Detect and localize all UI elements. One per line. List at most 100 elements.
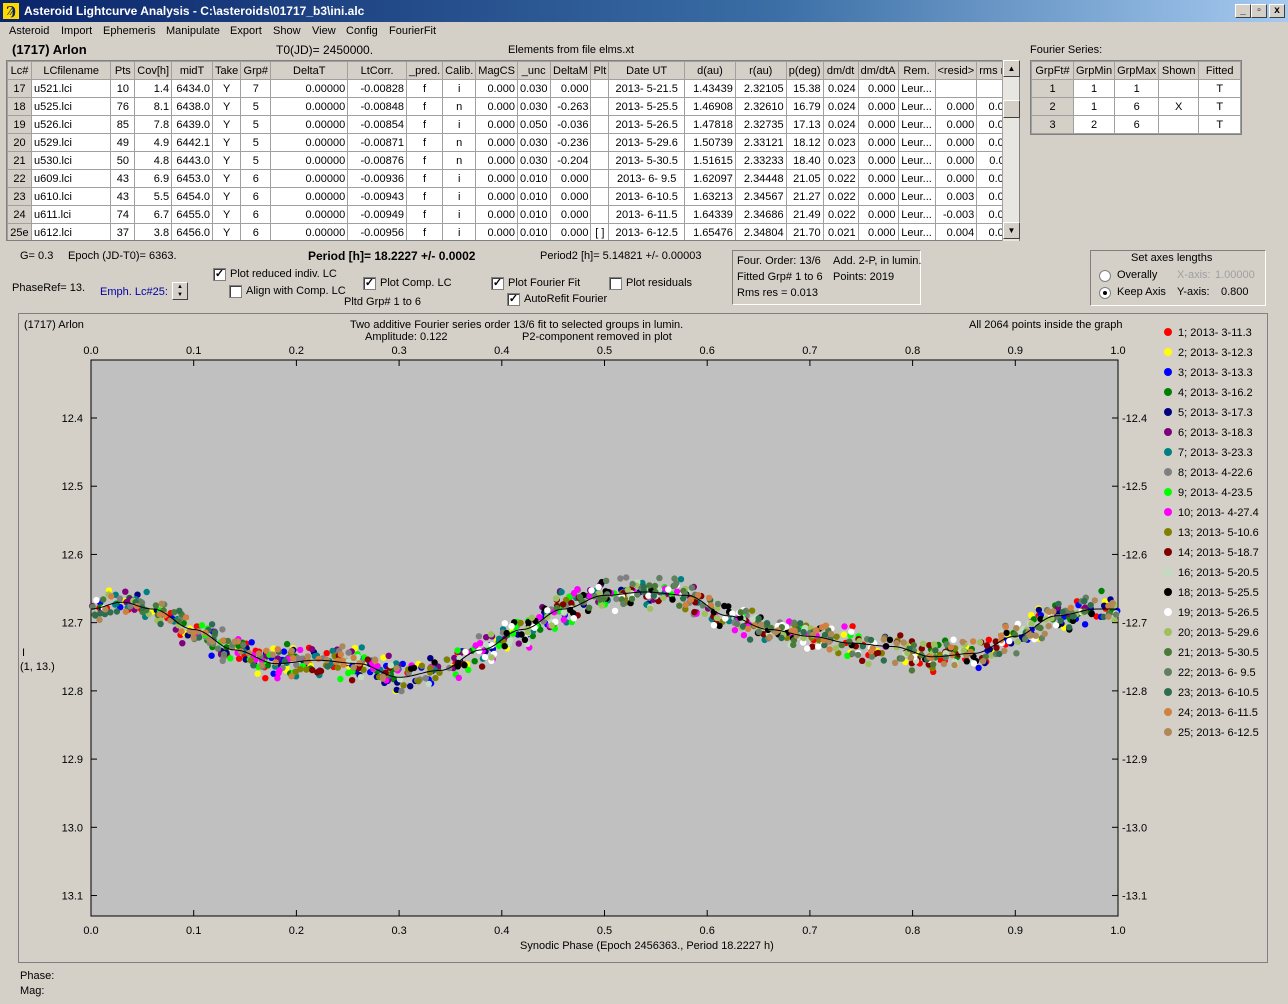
data-point [231,638,238,645]
data-point [846,638,853,645]
data-point [235,655,243,662]
data-point [158,600,165,607]
data-point [1037,624,1044,632]
data-point [687,596,695,603]
legend-label: 3; 2013- 3-13.3 [1178,367,1253,379]
data-point [179,640,186,647]
legend-dot-icon [1164,728,1172,737]
data-point [248,639,255,646]
data-point [646,605,654,612]
data-point [755,615,762,622]
data-point [560,609,568,616]
data-point [1032,632,1040,639]
legend-dot-icon [1164,548,1172,557]
y-tick-label-left: 12.9 [62,754,83,766]
data-point [1014,638,1022,645]
data-point [1050,608,1057,615]
data-point [1045,622,1052,630]
data-point [334,664,341,671]
data-point [358,644,365,651]
legend-dot-icon [1164,628,1172,637]
y-tick-label-right: -13.1 [1122,891,1147,903]
legend-label: 8; 2013- 4-22.6 [1178,467,1253,479]
legend-item: 16; 2013- 5-20.5 [1164,567,1259,579]
data-point [976,639,984,646]
data-point [880,636,887,643]
data-point [208,652,215,659]
data-point [1002,623,1009,630]
data-point [454,647,461,654]
data-point [790,619,798,626]
data-point [255,650,262,657]
legend-label: 21; 2013- 5-30.5 [1178,647,1259,659]
y-tick-label-right: -12.4 [1122,413,1147,425]
data-point [178,628,185,635]
data-point [650,592,657,599]
data-point [859,657,866,664]
data-point [506,637,514,644]
data-point [96,616,103,624]
data-point [588,587,595,594]
legend-dot-icon [1164,368,1172,377]
data-point [407,665,415,672]
x-tick-label-top: 0.0 [83,345,98,357]
data-point [714,600,722,608]
x-tick-label-top: 0.9 [1008,345,1023,357]
data-point [501,620,508,627]
data-point [951,661,958,669]
data-point [849,623,856,630]
data-point [671,575,678,582]
legend-item: 4; 2013- 3-16.2 [1164,387,1253,399]
data-point [471,658,478,665]
data-point [400,682,407,689]
legend-item: 7; 2013- 3-23.3 [1164,447,1253,459]
plot-amplitude: Amplitude: 0.122 [365,331,448,343]
data-point [283,640,291,648]
data-point [1001,647,1008,654]
y-tick-label-right: -13.0 [1122,822,1147,834]
data-point [705,594,713,602]
data-point [113,608,121,615]
legend-dot-icon [1164,448,1172,457]
legend-item: 22; 2013- 6- 9.5 [1164,667,1256,679]
data-point [521,636,529,643]
data-point [263,647,270,654]
data-point [975,664,982,672]
data-point [198,622,206,629]
legend-item: 24; 2013- 6-11.5 [1164,707,1258,719]
y-tick-label-right: -12.8 [1122,686,1147,698]
data-point [227,655,234,662]
data-point [371,656,379,663]
data-point [985,636,992,643]
legend-item: 21; 2013- 5-30.5 [1164,647,1259,659]
data-point [1105,613,1112,620]
y-axis-sublabel: (1, 13.) [20,661,55,673]
legend-dot-icon [1164,468,1172,477]
data-point [1057,617,1065,624]
data-point [611,607,619,615]
data-point [867,636,875,644]
data-point [345,649,352,656]
legend-label: 19; 2013- 5-26.5 [1178,607,1259,619]
data-point [970,660,978,667]
x-tick-label-top: 0.6 [700,345,715,357]
y-tick-label-right: -12.7 [1122,618,1147,630]
y-tick-label-right: -12.9 [1122,754,1147,766]
data-point [755,628,762,635]
data-point [418,662,426,669]
data-point [716,622,723,629]
x-axis-label: Synodic Phase (Epoch 2456363., Period 18… [520,940,774,952]
data-point [422,675,429,682]
data-point [481,653,489,661]
data-point [746,636,754,643]
data-point [432,674,439,682]
data-point [176,607,183,614]
legend-dot-icon [1164,408,1172,417]
data-point [254,670,261,677]
data-point [628,595,636,602]
data-point [190,634,197,641]
x-tick-label-bottom: 0.8 [905,925,920,937]
plot-area[interactable] [90,359,1119,917]
data-point [1013,650,1020,657]
data-point [848,628,855,635]
